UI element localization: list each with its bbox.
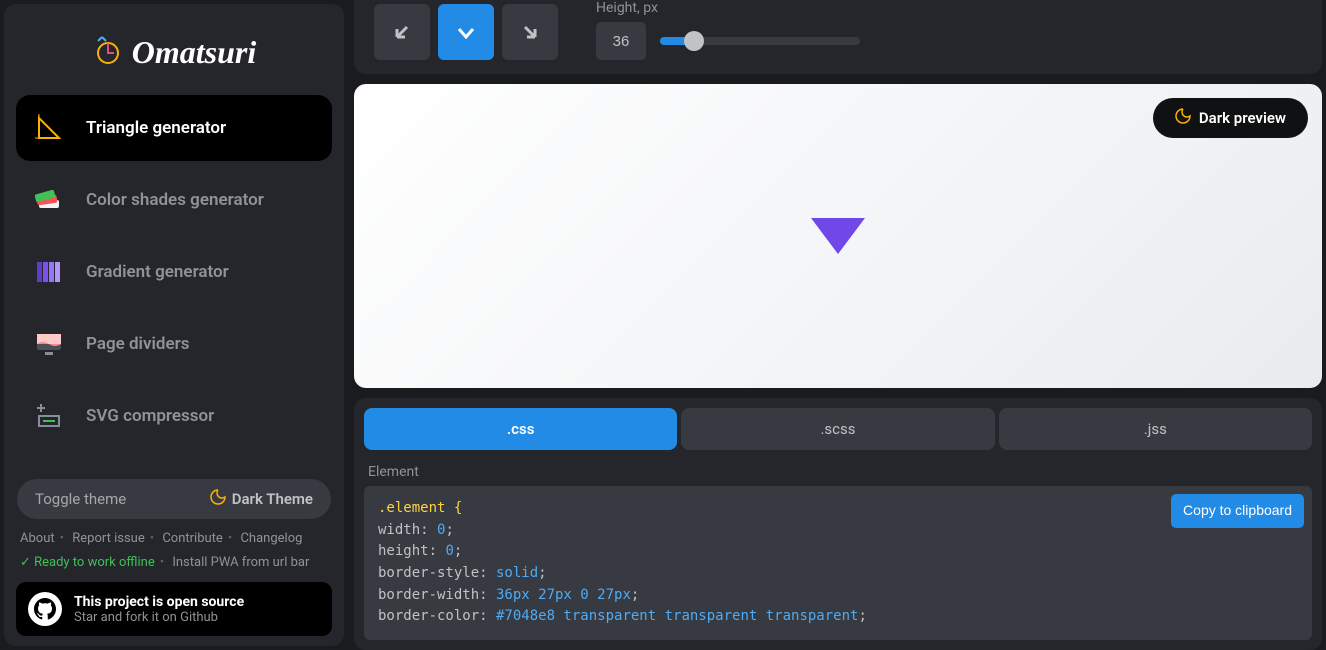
direction-bottom-button[interactable] — [438, 4, 494, 60]
height-control: Height, px — [596, 0, 860, 60]
contribute-link[interactable]: Contribute — [162, 531, 223, 546]
code-line: .element { — [378, 500, 462, 516]
opensource-headline: This project is open source — [74, 594, 244, 610]
controls-bar: Height, px — [354, 0, 1322, 74]
logo[interactable]: Omatsuri — [14, 14, 334, 91]
main: Height, px Dark preview .css .scss .jss … — [348, 0, 1326, 650]
sidebar-item-color-shades[interactable]: Color shades generator — [16, 167, 332, 233]
tab-jss[interactable]: .jss — [999, 408, 1312, 450]
code-tabs: .css .scss .jss — [354, 408, 1322, 450]
moon-icon — [210, 489, 226, 509]
monitor-icon — [34, 329, 64, 359]
dark-preview-button[interactable]: Dark preview — [1153, 98, 1308, 138]
nav-list: Triangle generator Color shades generato… — [14, 91, 334, 475]
direction-buttons — [374, 4, 558, 60]
nav-label: SVG compressor — [86, 406, 214, 426]
toggle-theme-button[interactable]: Toggle theme Dark Theme — [17, 479, 331, 519]
color-fan-icon — [34, 185, 64, 215]
code-line: width: — [378, 522, 429, 538]
offline-status: Ready to work offline — [20, 555, 155, 570]
code-line: height: — [378, 543, 437, 559]
tab-scss[interactable]: .scss — [681, 408, 994, 450]
report-link[interactable]: Report issue — [72, 531, 144, 546]
nav-label: Triangle generator — [86, 118, 226, 138]
height-input[interactable] — [596, 22, 646, 60]
height-label: Height, px — [596, 0, 860, 16]
code-section-label: Element — [354, 450, 1322, 486]
tab-css[interactable]: .css — [364, 408, 677, 450]
code-line: border-width: — [378, 587, 488, 603]
sidebar-item-svg-compressor[interactable]: SVG compressor — [16, 383, 332, 449]
github-callout[interactable]: This project is open source Star and for… — [16, 582, 332, 636]
slider-thumb[interactable] — [684, 31, 704, 51]
toggle-theme-label: Toggle theme — [35, 490, 126, 508]
copy-button[interactable]: Copy to clipboard — [1171, 494, 1304, 528]
compress-icon — [34, 401, 64, 431]
sidebar-item-triangle-generator[interactable]: Triangle generator — [16, 95, 332, 161]
code-section: .css .scss .jss Element Copy to clipboar… — [354, 398, 1322, 650]
logo-text: Omatsuri — [132, 34, 256, 71]
logo-icon — [92, 35, 124, 71]
code-output: Copy to clipboard .element { width: 0; h… — [364, 486, 1312, 640]
moon-icon — [1175, 108, 1191, 128]
sidebar-item-page-dividers[interactable]: Page dividers — [16, 311, 332, 377]
gradient-bars-icon — [34, 257, 64, 287]
preview-panel: Dark preview — [354, 84, 1322, 388]
direction-bottom-right-button[interactable] — [502, 4, 558, 60]
footer-links: About• Report issue• Contribute• Changel… — [14, 527, 334, 582]
changelog-link[interactable]: Changelog — [240, 531, 302, 546]
code-line: border-style: — [378, 565, 488, 581]
triangle-preview — [811, 218, 865, 254]
triangle-icon — [34, 113, 64, 143]
opensource-sub: Star and fork it on Github — [74, 610, 244, 625]
install-pwa-link[interactable]: Install PWA from url bar — [172, 555, 309, 570]
theme-name: Dark Theme — [232, 490, 313, 508]
nav-label: Color shades generator — [86, 190, 264, 210]
github-icon — [28, 592, 62, 626]
sidebar-item-gradient-generator[interactable]: Gradient generator — [16, 239, 332, 305]
code-line: border-color: — [378, 608, 488, 624]
nav-label: Gradient generator — [86, 262, 229, 282]
height-slider[interactable] — [660, 37, 860, 45]
dark-preview-label: Dark preview — [1199, 109, 1286, 127]
sidebar: Omatsuri Triangle generator Color shades… — [4, 4, 344, 646]
nav-label: Page dividers — [86, 334, 190, 354]
direction-bottom-left-button[interactable] — [374, 4, 430, 60]
about-link[interactable]: About — [20, 531, 55, 546]
